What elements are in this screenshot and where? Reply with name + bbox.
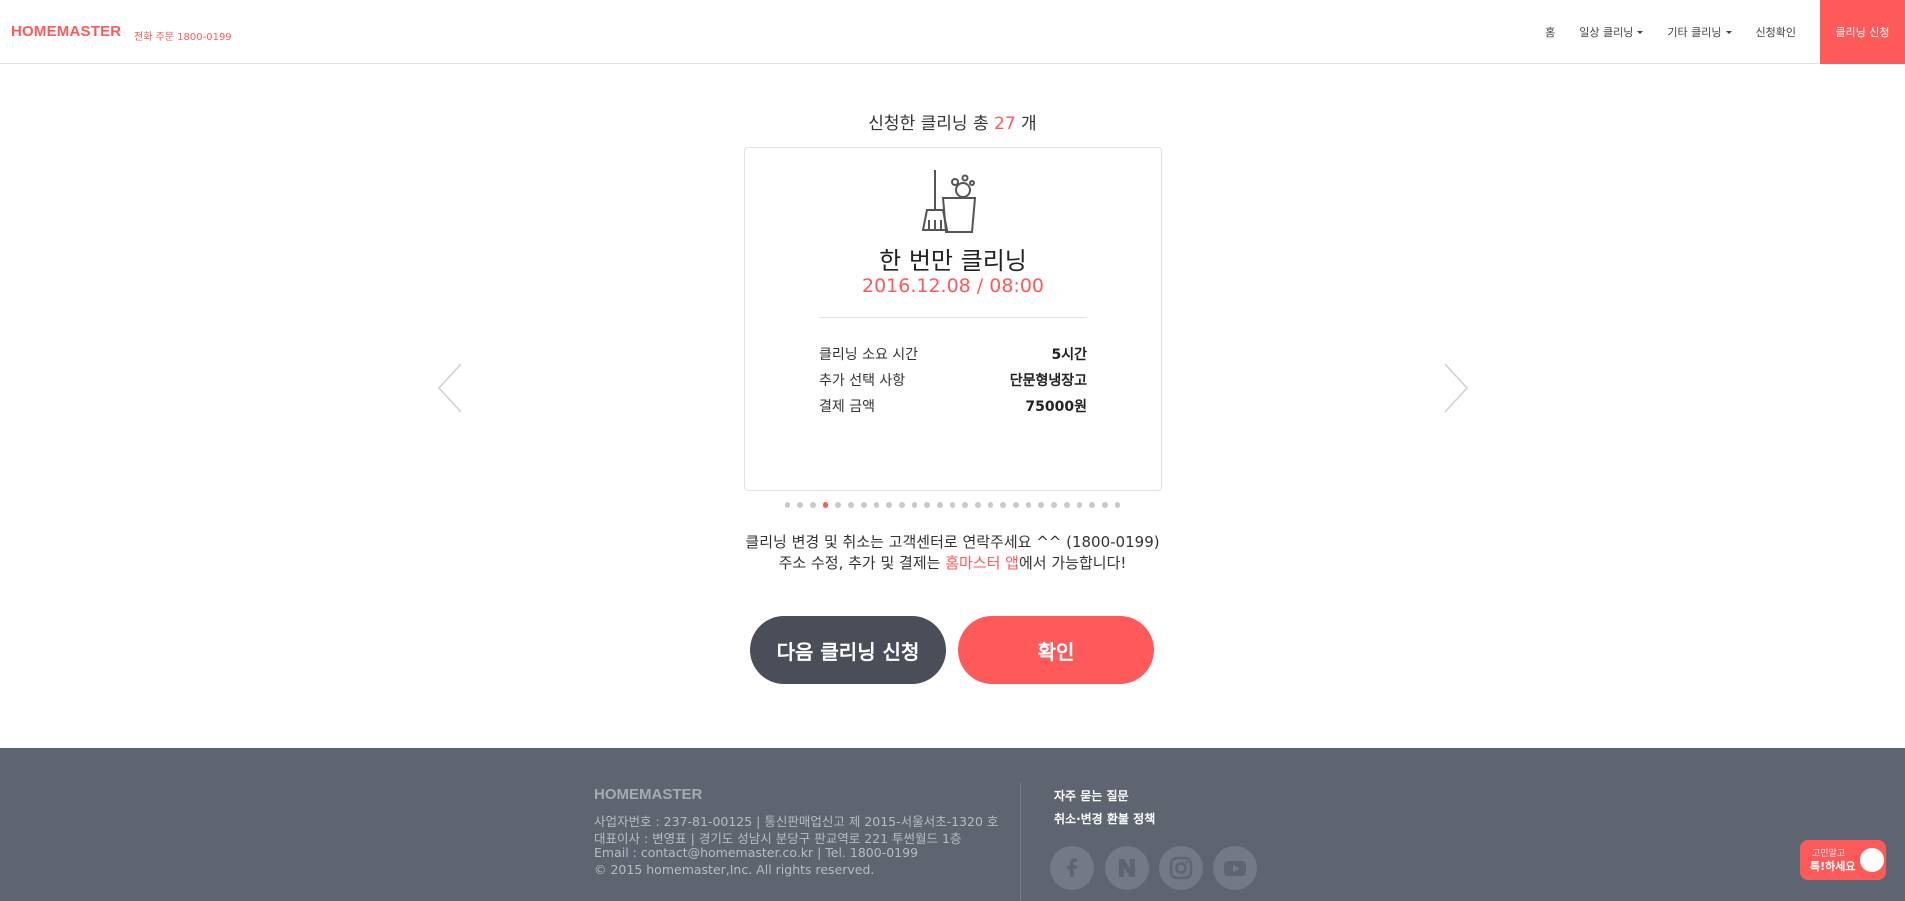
pagination-dot[interactable] [924,502,930,508]
detail-label: 추가 선택 사항 [819,373,906,389]
company-info-line: Email : contact@homemaster.co.kr | Tel. … [594,845,919,860]
pagination-dot[interactable] [949,502,956,508]
pagination-dot[interactable] [1038,502,1045,508]
chat-avatar-icon [1858,846,1886,874]
pagination-dot[interactable] [848,502,854,508]
pagination-dot[interactable] [784,502,791,508]
naver-link[interactable] [1105,846,1149,890]
carousel-prev-arrow[interactable] [436,362,466,414]
count-suffix: 개 [1021,114,1037,134]
nav-daily-cleaning-label: 일상 클리닝 [1579,26,1634,39]
detail-value: 75000원 [1025,399,1087,415]
notice-line-1: 클리닝 변경 및 취소는 고객센터로 연락주세요 ^^ (1800-0199) [745,533,1160,551]
card-divider [819,317,1087,318]
caret-down-icon [1637,30,1644,34]
instagram-icon [1169,856,1193,880]
brand-logo[interactable]: HOMEMASTER [11,23,121,40]
notice-line-2-suffix: 에서 가능합니다! [1019,554,1127,572]
pagination-dot[interactable] [1013,502,1019,508]
pagination-dot[interactable] [1000,502,1007,508]
main-nav: 홈 일상 클리닝 기타 클리닝 신청확인 클리닝 신청 [1545,0,1905,64]
facebook-icon [1067,858,1078,877]
faq-link[interactable]: 자주 묻는 질문 [1054,787,1129,804]
pagination-dot[interactable] [835,502,842,508]
chevron-left-icon [437,363,462,413]
cleaning-type-title: 한 번만 클리닝 [879,247,1027,275]
top-navbar: HOMEMASTER 전화 주문 1800-0199 홈 일상 클리닝 기타 클… [0,0,1905,64]
pagination-dot[interactable] [898,502,905,508]
chevron-right-icon [1444,363,1469,413]
phone-order-text: 전화 주문 1800-0199 [134,32,232,43]
pagination-dot[interactable] [1076,502,1083,508]
pagination-dot[interactable] [1114,502,1121,508]
caret-down-icon [1725,30,1732,34]
refund-policy-link[interactable]: 취소·변경 환불 정책 [1054,810,1155,827]
cleaning-request-card: 한 번만 클리닝 2016.12.08 / 08:00 클리닝 소요 시간 5시… [744,147,1162,491]
nav-daily-cleaning[interactable]: 일상 클리닝 [1579,24,1644,40]
detail-row-payment: 결제 금액 75000원 [819,396,1087,416]
nav-other-cleaning[interactable]: 기타 클리닝 [1667,24,1732,40]
detail-label: 클리닝 소요 시간 [819,347,919,363]
pagination-dot[interactable] [975,502,981,508]
pagination-dot[interactable] [1025,502,1032,508]
youtube-link[interactable] [1213,846,1257,890]
detail-value: 5시간 [1051,347,1087,363]
count-prefix: 신청한 클리닝 총 [868,114,989,134]
nav-other-cleaning-label: 기타 클리닝 [1667,26,1722,39]
footer-divider [1020,782,1021,901]
detail-value: 단문형냉장고 [1009,373,1087,389]
site-footer: HOMEMASTER 사업자번호 : 237-81-00125 | 통신판매업신… [0,748,1905,901]
pagination-dot[interactable] [987,502,994,508]
pagination-dot[interactable] [1089,502,1095,508]
naver-icon [1119,859,1135,877]
nav-check-request[interactable]: 신청확인 [1756,24,1796,40]
youtube-icon [1224,861,1246,876]
notice-line-2-prefix: 주소 수정, 추가 및 결제는 [778,554,946,572]
cleaning-datetime: 2016.12.08 / 08:00 [861,275,1045,297]
facebook-link[interactable] [1050,846,1094,890]
pagination-dot[interactable] [911,502,918,508]
notice-line-2: 주소 수정, 추가 및 결제는 홈마스터 앱에서 가능합니다! [0,553,1905,574]
pagination-dot[interactable] [1051,502,1057,508]
instagram-link[interactable] [1159,846,1203,890]
pagination-dot[interactable] [797,502,804,508]
pagination-dot[interactable] [886,502,892,508]
apply-cleaning-button[interactable]: 클리닝 신청 [1820,0,1905,64]
nav-check-request-label: 신청확인 [1755,26,1796,39]
pagination-dot[interactable] [822,502,829,508]
pagination-dot[interactable] [1063,502,1070,508]
chat-line-2: 톡!하세요 [1810,860,1856,873]
app-link[interactable]: 홈마스터 앱 [945,554,1019,572]
broom-bucket-icon [921,170,977,233]
pagination-dot[interactable] [1101,502,1108,508]
detail-row-options: 추가 선택 사항 단문형냉장고 [819,370,1087,390]
pagination-dot[interactable] [936,502,943,508]
carousel-pagination [0,502,1905,508]
next-cleaning-request-button[interactable]: 다음 클리닝 신청 [750,616,946,684]
request-count-heading: 신청한 클리닝 총 27 개 [0,109,1905,134]
pagination-dot[interactable] [962,502,969,508]
nav-home-label: 홈 [1545,26,1556,39]
kakao-chat-button[interactable]: 고민말고 톡!하세요 [1800,840,1886,880]
confirm-button[interactable]: 확인 [958,616,1154,684]
carousel-next-arrow[interactable] [1440,362,1470,414]
pagination-dot[interactable] [873,502,880,508]
detail-label: 결제 금액 [819,399,875,415]
detail-row-duration: 클리닝 소요 시간 5시간 [819,344,1087,364]
count-number: 27 [994,114,1016,134]
copyright-text: © 2015 homemaster,Inc. All rights reserv… [594,862,875,877]
footer-logo: HOMEMASTER [594,786,703,803]
pagination-dot[interactable] [860,502,867,508]
pagination-dot[interactable] [810,502,816,508]
nav-home[interactable]: 홈 [1545,24,1555,40]
